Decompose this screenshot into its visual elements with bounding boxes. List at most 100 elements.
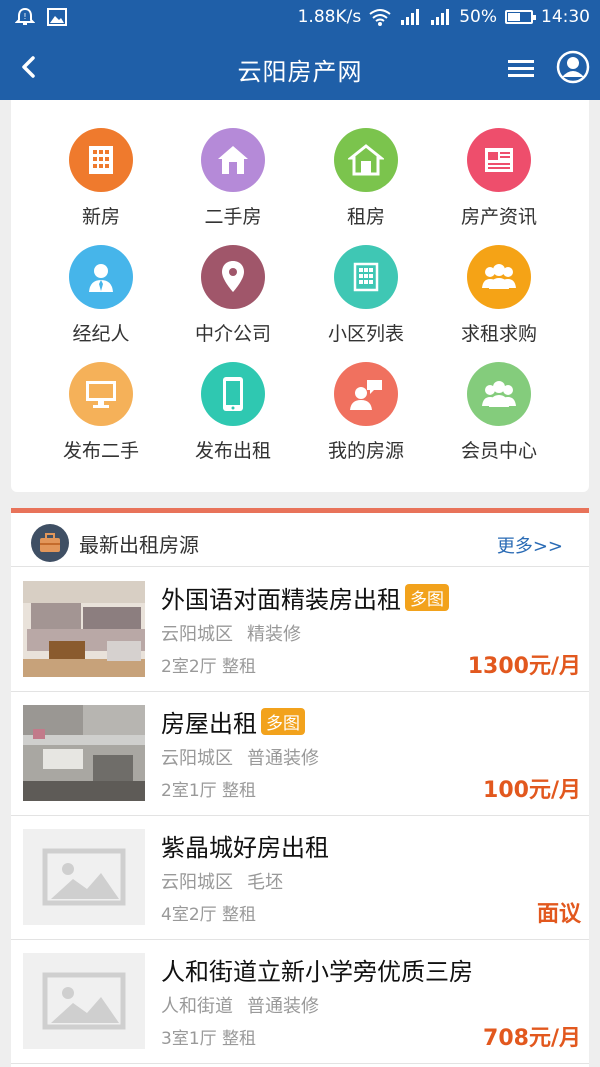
listing-photo	[23, 705, 145, 801]
home-icon	[334, 128, 398, 192]
chat-person-icon	[334, 362, 398, 426]
grid-item-wanted[interactable]: 求租求购	[429, 245, 569, 355]
listing-location: 云阳城区 普通装修	[161, 744, 319, 770]
grid-item-label: 经纪人	[72, 323, 130, 345]
listing-location: 云阳城区 精装修	[161, 620, 301, 646]
listing-item[interactable]: 人和街道立新小学旁优质三房 人和街道 普通装修 3室1厅 整租 708元/月	[11, 940, 589, 1064]
latest-rentals-section: 最新出租房源 更多>> 外国语对面精装房出租 多图 云阳城区 精装修 2室2厅 整…	[11, 508, 589, 1067]
grid-item-label: 我的房源	[327, 440, 404, 462]
grid-item-member-center[interactable]: 会员中心	[429, 362, 569, 472]
grid-item-label: 发布出租	[194, 440, 271, 462]
listing-layout-row: 3室1厅 整租	[161, 1024, 256, 1049]
category-grid: 新房 二手房 租房 房产资讯 经纪人 中介公司 小区列表 求租求购 发布二手 发…	[11, 100, 589, 492]
listing-decoration: 精装修	[247, 624, 301, 645]
listing-photo	[23, 581, 145, 677]
multi-image-tag: 多图	[405, 584, 449, 611]
grid-item-label: 房产资讯	[460, 206, 537, 228]
listing-price: 1300元/月	[467, 654, 581, 679]
agent-icon	[69, 245, 133, 309]
more-link[interactable]: 更多>>	[497, 532, 563, 558]
image-notification-icon	[46, 7, 68, 27]
listing-title: 人和街道立新小学旁优质三房	[161, 958, 473, 986]
grid-item-label: 求租求购	[460, 323, 537, 345]
listing-title: 紫晶城好房出租	[161, 834, 329, 862]
grid-item-my-listings[interactable]: 我的房源	[296, 362, 436, 472]
section-title: 最新出租房源	[79, 533, 199, 557]
listing-layout: 2室2厅	[161, 657, 217, 677]
phone-icon	[201, 362, 265, 426]
listing-location: 云阳城区 毛坯	[161, 868, 283, 894]
listing-title-row: 人和街道立新小学旁优质三房	[161, 952, 473, 987]
listing-layout: 4室2厅	[161, 905, 217, 925]
grid-building-icon	[334, 245, 398, 309]
signal-icon-2	[429, 7, 451, 27]
listing-layout-row: 4室2厅 整租	[161, 900, 256, 925]
listing-rent-type: 整租	[222, 1029, 257, 1049]
listing-district: 人和街道	[161, 996, 233, 1017]
listing-decoration: 毛坯	[247, 872, 283, 893]
signal-icon-1	[399, 7, 421, 27]
listing-decoration: 普通装修	[247, 996, 319, 1017]
grid-item-label: 租房	[346, 206, 385, 228]
image-placeholder-icon	[23, 953, 145, 1049]
wifi-icon	[369, 7, 391, 27]
svg-text:!: !	[23, 12, 26, 21]
section-header: 最新出租房源 更多>>	[11, 513, 589, 567]
listing-title: 外国语对面精装房出租	[161, 586, 401, 614]
status-bar: ! 1.88K/s 50% 14:30	[0, 0, 600, 36]
listing-decoration: 普通装修	[247, 748, 319, 769]
grid-item-rent[interactable]: 租房	[296, 128, 436, 238]
listing-price: 面议	[536, 902, 581, 927]
listing-item[interactable]: 房屋出租 多图 云阳城区 普通装修 2室1厅 整租 100元/月	[11, 692, 589, 816]
network-speed: 1.88K/s	[297, 7, 362, 27]
grid-item-label: 新房	[81, 206, 120, 228]
grid-item-second-hand[interactable]: 二手房	[163, 128, 303, 238]
listing-layout-row: 2室2厅 整租	[161, 652, 256, 677]
listing-title: 房屋出租	[161, 710, 257, 738]
clock: 14:30	[541, 7, 590, 27]
grid-item-post-second-hand[interactable]: 发布二手	[31, 362, 171, 472]
menu-icon[interactable]	[506, 54, 536, 84]
listing-layout-row: 2室1厅 整租	[161, 776, 256, 801]
grid-item-label: 发布二手	[62, 440, 139, 462]
listing-layout: 2室1厅	[161, 781, 217, 801]
grid-item-agent[interactable]: 经纪人	[31, 245, 171, 355]
listing-rent-type: 整租	[222, 781, 257, 801]
listing-district: 云阳城区	[161, 624, 233, 645]
grid-item-label: 会员中心	[460, 440, 537, 462]
listing-rent-type: 整租	[222, 657, 257, 677]
grid-item-label: 中介公司	[194, 323, 271, 345]
members-icon	[467, 362, 531, 426]
listing-rent-type: 整租	[222, 905, 257, 925]
user-icon[interactable]	[556, 50, 590, 84]
grid-item-label: 小区列表	[327, 323, 404, 345]
location-pin-icon	[201, 245, 265, 309]
grid-item-community-list[interactable]: 小区列表	[296, 245, 436, 355]
listing-item[interactable]: 紫晶城好房出租 云阳城区 毛坯 4室2厅 整租 面议	[11, 816, 589, 940]
grid-item-agency[interactable]: 中介公司	[163, 245, 303, 355]
listing-item[interactable]: 外国语对面精装房出租 多图 云阳城区 精装修 2室2厅 整租 1300元/月	[11, 568, 589, 692]
app-header: 云阳房产网	[0, 36, 600, 100]
newspaper-icon	[467, 128, 531, 192]
house-icon	[201, 128, 265, 192]
alarm-notification-icon: !	[14, 7, 36, 27]
listing-location: 人和街道 普通装修	[161, 992, 319, 1018]
battery-icon	[505, 10, 536, 24]
listing-title-row: 紫晶城好房出租	[161, 828, 329, 863]
image-placeholder-icon	[23, 829, 145, 925]
listing-title-row: 房屋出租 多图	[161, 704, 305, 739]
grid-item-label: 二手房	[204, 206, 262, 228]
grid-item-news[interactable]: 房产资讯	[429, 128, 569, 238]
group-icon	[467, 245, 531, 309]
grid-item-new-house[interactable]: 新房	[31, 128, 171, 238]
grid-item-post-rent[interactable]: 发布出租	[163, 362, 303, 472]
multi-image-tag: 多图	[261, 708, 305, 735]
listing-title-row: 外国语对面精装房出租 多图	[161, 580, 449, 615]
monitor-icon	[69, 362, 133, 426]
building-icon	[69, 128, 133, 192]
listing-district: 云阳城区	[161, 748, 233, 769]
battery-percent: 50%	[459, 7, 497, 27]
listing-district: 云阳城区	[161, 872, 233, 893]
listing-price: 100元/月	[483, 778, 581, 803]
briefcase-icon	[31, 524, 69, 562]
